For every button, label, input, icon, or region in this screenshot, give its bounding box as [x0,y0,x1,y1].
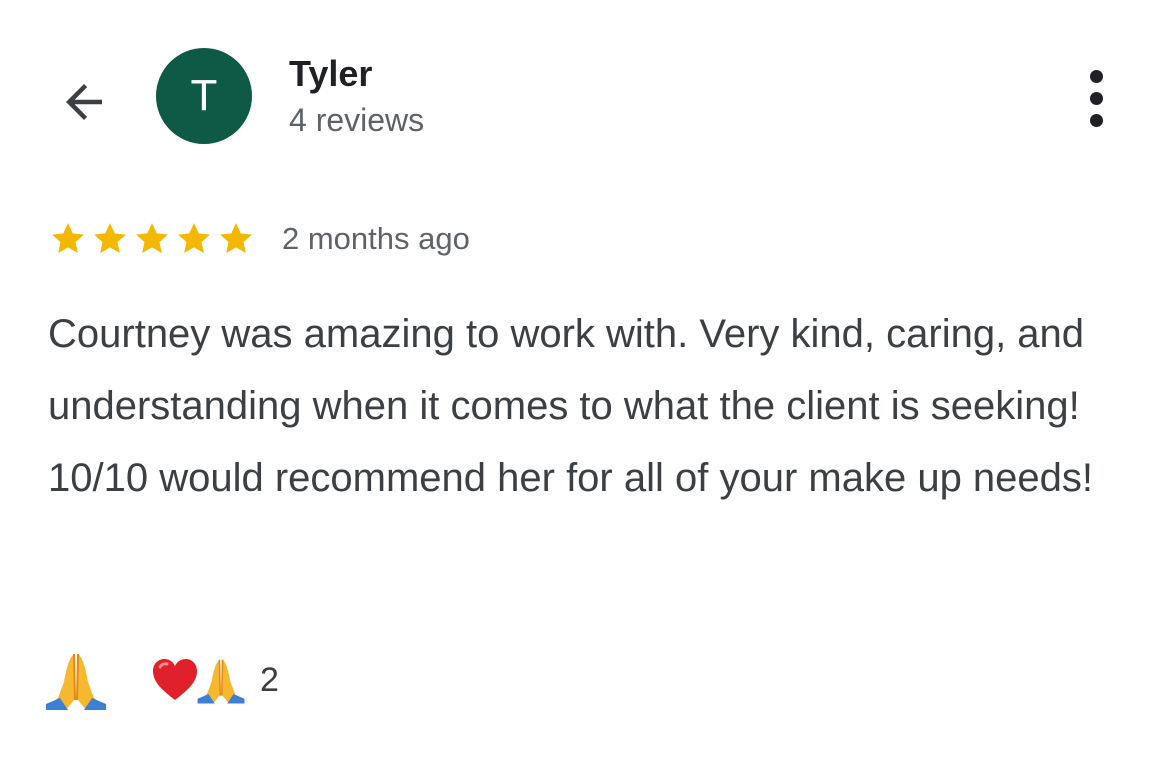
reactions-bar: 2 [44,648,279,712]
folded-hands-emoji-icon [197,655,246,705]
star-icon [48,219,88,259]
review-header: T Tyler 4 reviews [0,38,1174,158]
react-button[interactable] [44,648,110,712]
review-text: Courtney was amazing to work with. Very … [48,312,1094,500]
back-button[interactable] [48,66,120,138]
reaction-count: 2 [260,660,279,699]
more-vert-icon-dot [1089,113,1103,127]
star-rating [48,219,256,259]
more-vert-icon [1089,69,1103,83]
reaction-summary[interactable]: 2 [150,655,279,705]
star-icon [174,219,214,259]
star-icon [90,219,130,259]
more-options-button[interactable] [1070,66,1122,130]
red-heart-emoji-icon [150,655,200,705]
star-icon [132,219,172,259]
more-vert-icon-dot [1089,91,1103,105]
folded-hands-emoji-icon [44,648,108,712]
reviewer-name[interactable]: Tyler [289,52,372,96]
review-date: 2 months ago [282,221,470,256]
reviewer-review-count: 4 reviews [289,102,425,138]
rating-row: 2 months ago [48,216,470,262]
arrow-back-icon [66,84,102,120]
avatar[interactable]: T [156,48,252,144]
star-icon [216,219,256,259]
